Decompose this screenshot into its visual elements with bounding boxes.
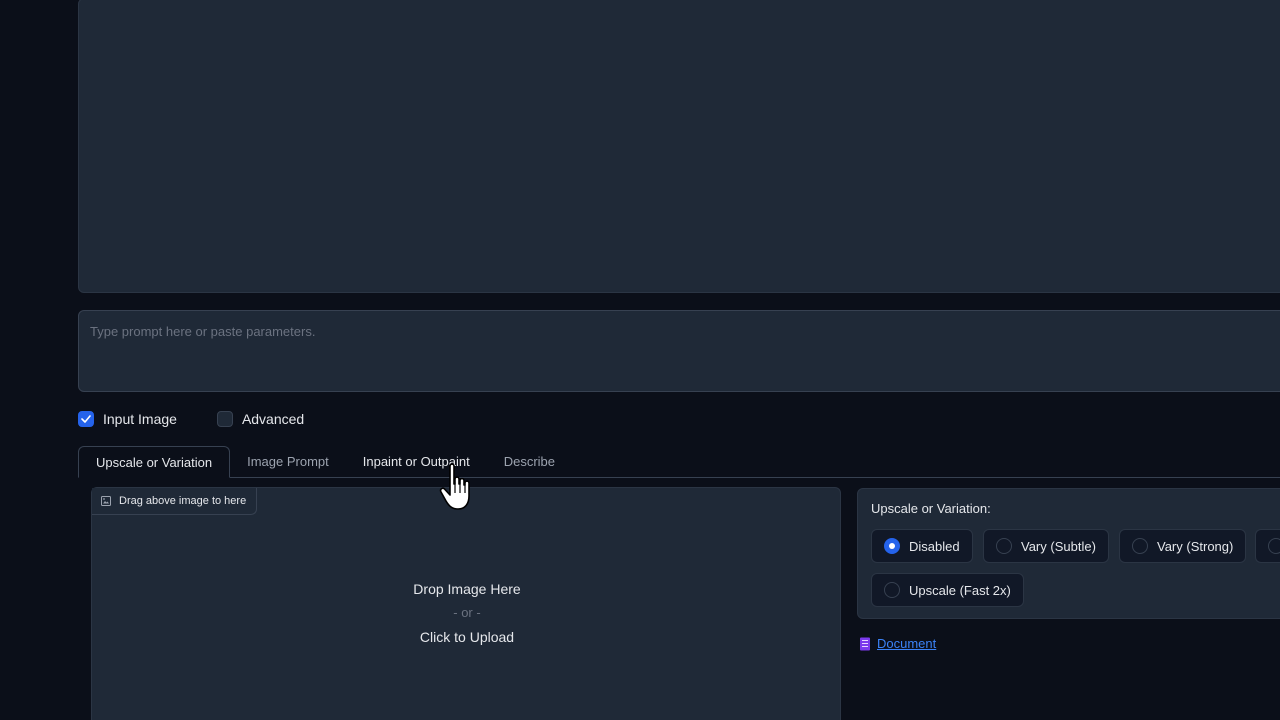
radio-unselected-icon	[884, 582, 900, 598]
radio-vary-strong-label: Vary (Strong)	[1157, 538, 1234, 554]
drag-image-text: Drag above image to here	[119, 495, 247, 507]
drop-image-text: Drop Image Here	[413, 581, 521, 597]
upscale-variation-panel: Upscale or Variation: Disabled Vary (Sub…	[857, 488, 1280, 619]
input-image-checkbox[interactable]: Input Image	[78, 411, 177, 427]
output-gallery-panel	[78, 0, 1280, 293]
document-link[interactable]: Document	[877, 636, 936, 651]
input-image-tabs: Upscale or Variation Image Prompt Inpain…	[78, 446, 1280, 478]
checkbox-checked-icon	[78, 411, 94, 427]
radio-disabled[interactable]: Disabled	[871, 529, 973, 563]
checkbox-unchecked-icon	[216, 411, 233, 427]
radio-vary-subtle-label: Vary (Subtle)	[1021, 538, 1096, 554]
radio-vary-subtle[interactable]: Vary (Subtle)	[983, 529, 1109, 563]
prompt-box	[78, 310, 1280, 392]
click-to-upload-text[interactable]: Click to Upload	[92, 625, 842, 649]
advanced-label: Advanced	[241, 411, 305, 427]
tab-image-prompt[interactable]: Image Prompt	[230, 446, 346, 477]
radio-upscale-fast-2x-label: Upscale (Fast 2x)	[909, 582, 1011, 598]
upscale-variation-title: Upscale or Variation:	[871, 501, 991, 516]
tab-upscale-or-variation[interactable]: Upscale or Variation	[78, 446, 231, 478]
radio-unselected-icon	[1132, 538, 1148, 554]
drag-image-label: Drag above image to here	[92, 488, 258, 515]
radio-unselected-icon	[996, 538, 1012, 554]
prompt-input[interactable]	[79, 311, 1280, 391]
radio-offscreen[interactable]	[1255, 529, 1280, 563]
page: Input Image Advanced Upscale or Variatio…	[0, 0, 1280, 720]
options-checkbox-row: Input Image Advanced	[78, 409, 344, 429]
radio-vary-strong[interactable]: Vary (Strong)	[1119, 529, 1247, 563]
drop-instructions: Drop Image Here - or - Click to Upload	[92, 577, 842, 649]
image-upload-dropzone[interactable]: Drag above image to here Drop Image Here…	[91, 487, 841, 720]
document-icon	[859, 637, 871, 651]
advanced-checkbox[interactable]: Advanced	[216, 411, 305, 427]
tab-inpaint-or-outpaint[interactable]: Inpaint or Outpaint	[346, 446, 487, 477]
image-icon	[101, 496, 111, 506]
or-separator: - or -	[453, 605, 481, 620]
input-image-label: Input Image	[103, 411, 177, 427]
radio-selected-icon	[884, 538, 900, 554]
tab-describe[interactable]: Describe	[487, 446, 572, 477]
radio-upscale-fast-2x[interactable]: Upscale (Fast 2x)	[871, 573, 1024, 607]
radio-unselected-icon	[1268, 538, 1280, 554]
radio-disabled-label: Disabled	[909, 538, 960, 554]
document-link-row: Document	[859, 636, 936, 651]
